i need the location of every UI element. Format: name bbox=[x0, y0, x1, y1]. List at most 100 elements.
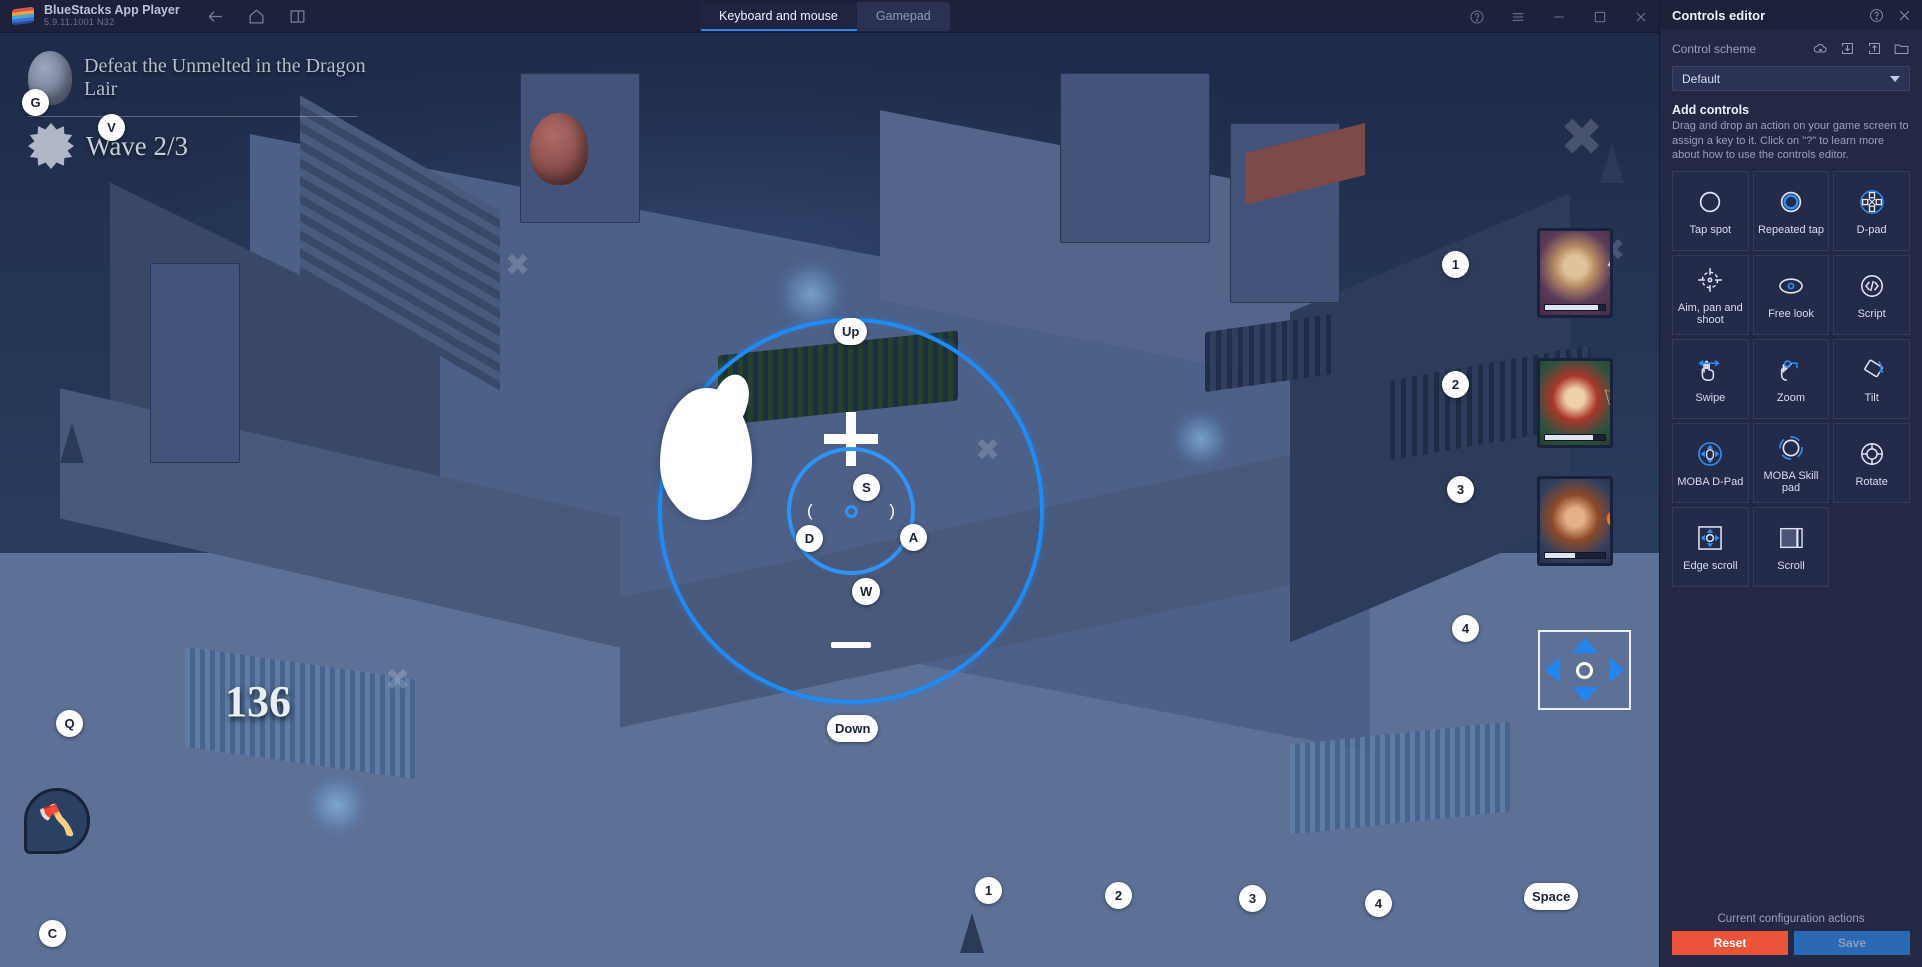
dpad-inner-ring[interactable]: ( ) bbox=[787, 447, 915, 575]
key-marker-v[interactable]: V bbox=[98, 114, 125, 141]
dpad-key-a[interactable]: A bbox=[900, 524, 927, 551]
dpad-key-d[interactable]: D bbox=[796, 525, 823, 552]
portrait-character-3[interactable]: 🔥 bbox=[1537, 476, 1613, 566]
key-marker-c[interactable]: C bbox=[39, 920, 66, 947]
control-tile-zoom[interactable]: Zoom bbox=[1752, 338, 1830, 419]
tower-left bbox=[150, 263, 240, 463]
key-marker-hero-4[interactable]: 4 bbox=[1452, 615, 1479, 642]
key-marker-skill-4[interactable]: 4 bbox=[1365, 890, 1392, 917]
tilt-icon bbox=[1855, 353, 1889, 387]
control-tile-aim-pan-and-shoot[interactable]: Aim, pan and shoot bbox=[1672, 254, 1749, 335]
edge-scroll-overlay[interactable] bbox=[1538, 630, 1631, 710]
control-tile-moba-skill-pad[interactable]: MOBA Skill pad bbox=[1752, 422, 1830, 503]
avatar bbox=[1540, 231, 1610, 315]
game-viewport[interactable]: ✖ ✖ ✖ ✖ ✖ Defeat the Unmelted in the Dra… bbox=[0, 33, 1659, 967]
help-icon[interactable] bbox=[1869, 8, 1884, 23]
add-controls-heading: Add controls bbox=[1672, 103, 1750, 117]
dpad-key-down[interactable]: Down bbox=[827, 715, 879, 742]
dpad-key-s[interactable]: S bbox=[853, 474, 880, 501]
control-tile-scroll[interactable]: Scroll bbox=[1752, 506, 1830, 587]
edge-scroll-up-icon[interactable] bbox=[1571, 638, 1598, 653]
control-tile-tap-spot[interactable]: Tap spot bbox=[1672, 170, 1749, 251]
health-bar-fill bbox=[1545, 553, 1575, 558]
control-tiles-grid: Tap spot Repeated tap D-pad Aim, pan and… bbox=[1660, 163, 1922, 587]
minimize-icon[interactable] bbox=[1551, 9, 1567, 25]
control-scheme-select[interactable]: Default bbox=[1672, 66, 1910, 91]
control-tile-rotate[interactable]: Rotate bbox=[1833, 422, 1910, 503]
back-icon[interactable] bbox=[206, 7, 225, 26]
ruin-marker-4: ✖ bbox=[385, 664, 411, 697]
key-marker-g[interactable]: G bbox=[22, 89, 49, 116]
portrait-character-1[interactable]: ⚒ bbox=[1537, 228, 1613, 318]
dpad-paren-left-icon: ( bbox=[807, 501, 813, 520]
control-tile-d-pad[interactable]: D-pad bbox=[1833, 170, 1910, 251]
dpad-paren-right-icon: ) bbox=[889, 501, 895, 520]
control-tile-script[interactable]: Script bbox=[1833, 254, 1910, 335]
tab-keyboard-and-mouse[interactable]: Keyboard and mouse bbox=[700, 2, 857, 31]
folder-icon[interactable] bbox=[1893, 40, 1910, 57]
control-tile-label: Edge scroll bbox=[1683, 560, 1738, 573]
close-icon[interactable] bbox=[1897, 8, 1912, 23]
add-controls-section: Add controls Drag and drop an action on … bbox=[1660, 91, 1922, 163]
tree-decor-2 bbox=[1600, 143, 1624, 183]
key-marker-skill-1[interactable]: 1 bbox=[975, 877, 1002, 904]
skull-icon bbox=[28, 123, 74, 169]
edge-scroll-center-icon bbox=[1576, 661, 1593, 679]
edge-scroll-right-icon[interactable] bbox=[1609, 657, 1624, 683]
axe-ability-icon[interactable]: 🪓 bbox=[24, 788, 90, 854]
key-marker-hero-3[interactable]: 3 bbox=[1447, 476, 1474, 503]
menu-icon[interactable] bbox=[1510, 9, 1526, 25]
portrait-character-2[interactable]: 🏹 bbox=[1537, 358, 1613, 448]
app-name: BlueStacks App Player bbox=[44, 3, 180, 18]
key-marker-hero-2[interactable]: 2 bbox=[1442, 371, 1469, 398]
key-marker-skill-3[interactable]: 3 bbox=[1239, 885, 1266, 912]
control-tile-label: Script bbox=[1857, 308, 1886, 321]
dragon-egg-decor bbox=[530, 113, 588, 185]
health-bar-track bbox=[1544, 304, 1606, 311]
key-marker-q[interactable]: Q bbox=[56, 710, 83, 737]
input-mode-tabs: Keyboard and mouse Gamepad bbox=[700, 2, 950, 31]
weapon-icon-bow: 🏹 bbox=[1602, 387, 1610, 421]
emulator-area: BlueStacks App Player 5.9.11.1001 N32 Ke… bbox=[0, 0, 1659, 967]
quest-divider bbox=[28, 116, 358, 117]
control-tile-label: Aim, pan and shoot bbox=[1677, 301, 1743, 327]
ruin-marker-1: ✖ bbox=[1560, 109, 1604, 167]
dpad-key-up[interactable]: Up bbox=[834, 318, 868, 345]
dpad-decrease-icon[interactable] bbox=[831, 642, 871, 648]
control-tile-edge-scroll[interactable]: Edge scroll bbox=[1672, 506, 1749, 587]
home-icon[interactable] bbox=[247, 7, 266, 26]
tower-right bbox=[1060, 73, 1210, 243]
control-tile-free-look[interactable]: Free look bbox=[1752, 254, 1830, 335]
dpad-center-dot bbox=[844, 504, 858, 518]
moba-d-pad-icon bbox=[1693, 437, 1727, 471]
cloud-sync-icon[interactable] bbox=[1812, 40, 1829, 57]
health-bar-fill bbox=[1545, 435, 1593, 440]
save-button[interactable]: Save bbox=[1794, 931, 1910, 955]
control-tile-label: Repeated tap bbox=[1757, 224, 1825, 237]
repeated-tap-icon bbox=[1774, 185, 1808, 219]
export-icon[interactable] bbox=[1866, 40, 1883, 57]
control-tile-label: Tap spot bbox=[1689, 224, 1732, 237]
control-tile-repeated-tap[interactable]: Repeated tap bbox=[1752, 170, 1830, 251]
quest-objective-row: Defeat the Unmelted in the Dragon Lair bbox=[28, 51, 374, 105]
script-icon bbox=[1855, 269, 1889, 303]
reset-button[interactable]: Reset bbox=[1672, 931, 1788, 955]
edge-scroll-left-icon[interactable] bbox=[1545, 657, 1560, 683]
dpad-key-w[interactable]: W bbox=[852, 578, 881, 605]
key-marker-space[interactable]: Space bbox=[1524, 883, 1579, 910]
control-tile-swipe[interactable]: Swipe bbox=[1672, 338, 1749, 419]
key-marker-hero-1[interactable]: 1 bbox=[1442, 251, 1469, 278]
help-icon[interactable] bbox=[1469, 9, 1485, 25]
import-icon[interactable] bbox=[1839, 40, 1856, 57]
key-marker-skill-2[interactable]: 2 bbox=[1105, 882, 1132, 909]
edge-scroll-down-icon[interactable] bbox=[1571, 687, 1598, 702]
control-scheme-value: Default bbox=[1682, 71, 1721, 86]
control-tile-tilt[interactable]: Tilt bbox=[1833, 338, 1910, 419]
control-tile-moba-d-pad[interactable]: MOBA D-Pad bbox=[1672, 422, 1749, 503]
tab-gamepad[interactable]: Gamepad bbox=[857, 2, 950, 31]
maximize-icon[interactable] bbox=[1592, 9, 1608, 25]
rotate-icon bbox=[1855, 437, 1889, 471]
multi-instance-icon[interactable] bbox=[288, 7, 307, 26]
close-icon[interactable] bbox=[1633, 9, 1649, 25]
ruin-marker-2: ✖ bbox=[505, 249, 531, 282]
